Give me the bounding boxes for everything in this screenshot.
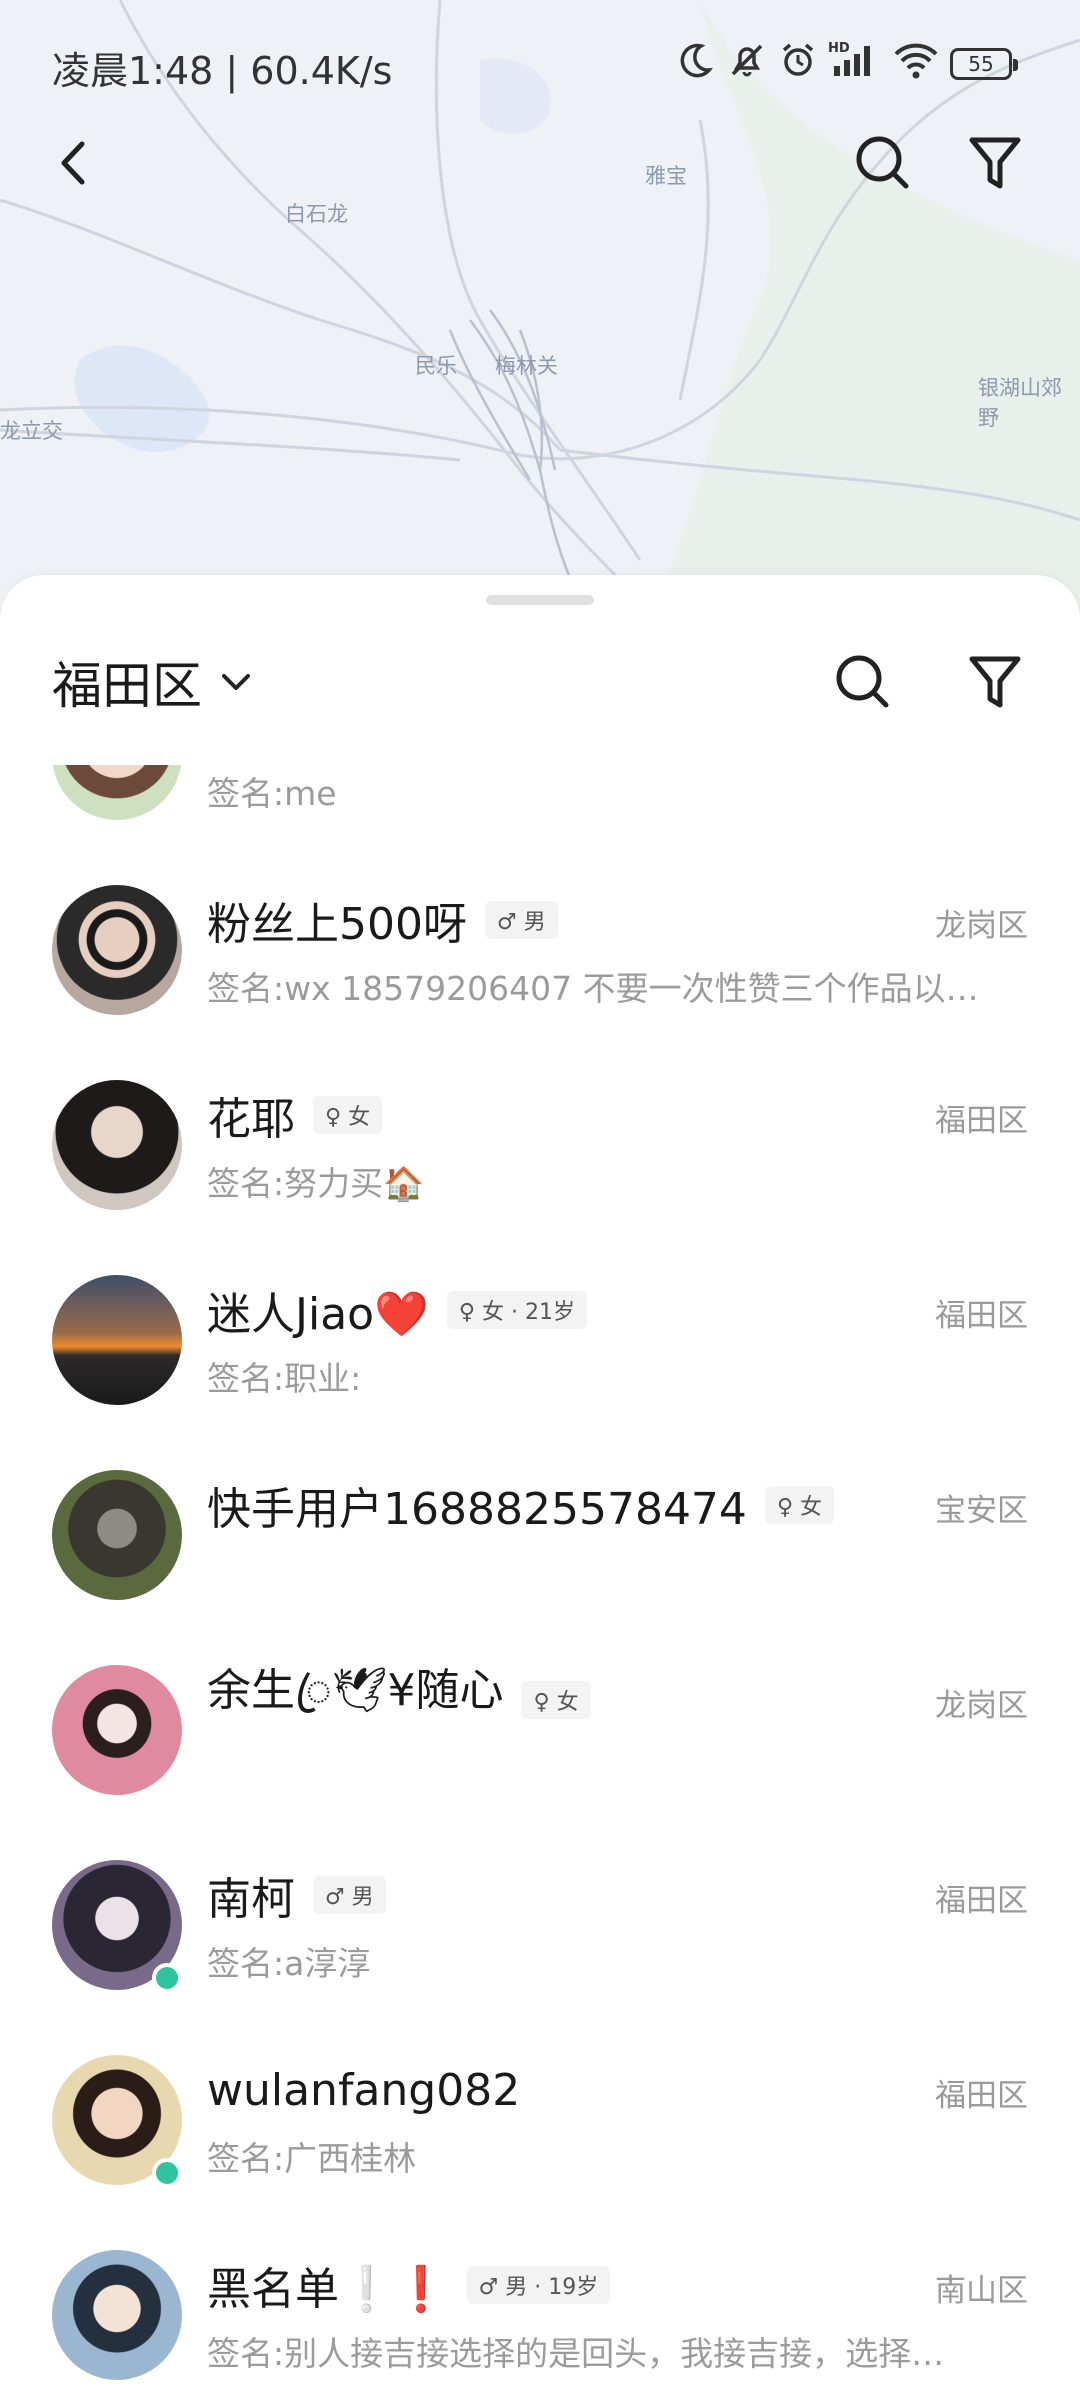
user-signature: 签名:努力买🏠 [207, 1164, 425, 1203]
user-signature: 签名:a淳淳 [207, 1944, 371, 1983]
wifi-icon [894, 43, 938, 79]
user-signature: 签名:别人接吉接选择的是回头，我接吉接，选择… [207, 2334, 945, 2373]
user-name-line: 黑名单❕❗ ♂ 男 · 19岁 [207, 2255, 611, 2315]
gender-badge: ♂ 男 · 19岁 [466, 2266, 611, 2304]
user-name-line: 快手用户1688825578474 ♀ 女 [207, 1475, 835, 1535]
user-signature: 签名:wx 18579206407 不要一次性赞三个作品以… [207, 969, 979, 1008]
user-name-line: 余生ꦿ🕊¥随心 ♀ 女 [207, 1665, 591, 1730]
gender-badge: ♀ 女 [521, 1681, 591, 1719]
moon-icon [680, 43, 713, 78]
user-name: 迷人Jiao❤️ [207, 1289, 429, 1340]
map-label: 白石龙 [285, 202, 348, 226]
list-item[interactable]: 南柯 ♂ 男 福田区 签名:a淳淳 [0, 1860, 1080, 2055]
user-list-sheet: 福田区 签名:me 粉丝上500呀 ♂ 男 龙岗区 签名:wx 18579206… [0, 575, 1080, 2400]
avatar [52, 885, 182, 1015]
avatar [52, 1665, 182, 1795]
list-item[interactable]: 快手用户1688825578474 ♀ 女 宝安区 [0, 1470, 1080, 1665]
user-name-line: 粉丝上500呀 ♂ 男 [207, 890, 558, 950]
online-indicator [152, 1963, 182, 1993]
user-name-line: wulanfang082 [207, 2060, 520, 2120]
status-bar: 凌晨1:48 | 60.4K/s HD 55 [0, 0, 1080, 120]
battery-level: 55 [968, 52, 994, 76]
status-time: 凌晨1:48 | 60.4K/s [52, 49, 393, 93]
avatar [52, 765, 182, 820]
user-district: 福田区 [935, 2078, 1028, 2114]
user-signature: 签名:me [207, 774, 337, 813]
user-district: 龙岗区 [935, 1688, 1028, 1724]
district-label: 福田区 [52, 657, 202, 715]
user-name: wulanfang082 [207, 2064, 521, 2116]
user-name-line: 南柯 ♂ 男 [207, 1865, 386, 1925]
user-signature: 签名:广西桂林 [207, 2139, 417, 2178]
drag-handle[interactable] [486, 595, 594, 605]
district-selector[interactable]: 福田区 [52, 647, 256, 717]
gender-badge: ♀ 女 [764, 1486, 835, 1524]
user-district: 南山区 [935, 2273, 1028, 2309]
gender-badge: ♂ 男 [484, 901, 558, 939]
avatar [52, 1080, 182, 1210]
user-name: 粉丝上500呀 [207, 899, 467, 950]
user-district: 福田区 [935, 1298, 1028, 1334]
search-icon[interactable] [848, 128, 918, 198]
user-district: 福田区 [935, 1883, 1028, 1919]
avatar [52, 1275, 182, 1405]
list-item[interactable]: 黑名单❕❗ ♂ 男 · 19岁 南山区 签名:别人接吉接选择的是回头，我接吉接，… [0, 2250, 1080, 2400]
list-item[interactable]: wulanfang082 福田区 签名:广西桂林 [0, 2055, 1080, 2250]
battery-icon: 55 [950, 48, 1018, 80]
search-icon[interactable] [828, 647, 898, 717]
filter-icon[interactable] [960, 128, 1030, 198]
avatar [52, 1470, 182, 1600]
user-district: 宝安区 [935, 1493, 1028, 1529]
map-label: 民乐 [415, 354, 457, 378]
online-indicator [152, 2158, 182, 2188]
user-name: 花耶 [207, 1094, 295, 1145]
list-item[interactable]: 花耶 ♀ 女 福田区 签名:努力买🏠 [0, 1080, 1080, 1275]
gender-badge: ♂ 男 [313, 1876, 386, 1914]
user-signature: 签名:职业: [207, 1359, 362, 1398]
chevron-down-icon [222, 674, 250, 690]
user-name: 南柯 [207, 1874, 295, 1925]
map-label: 银湖山郊野 [978, 376, 1062, 430]
user-name: 余生ꦿ🕊¥随心 [207, 1665, 504, 1716]
map-label: 雅宝 [645, 164, 687, 188]
user-list[interactable]: 签名:me 粉丝上500呀 ♂ 男 龙岗区 签名:wx 18579206407 … [0, 765, 1080, 2400]
list-item[interactable]: 签名:me [0, 765, 1080, 885]
map-label: 龙立交 [0, 419, 63, 443]
user-name-line: 迷人Jiao❤️ ♀ 女 · 21岁 [207, 1280, 587, 1340]
user-district: 福田区 [935, 1103, 1028, 1139]
list-item[interactable]: 粉丝上500呀 ♂ 男 龙岗区 签名:wx 18579206407 不要一次性赞… [0, 885, 1080, 1080]
svg-text:HD: HD [828, 41, 850, 56]
user-district: 龙岗区 [935, 908, 1028, 944]
mute-bell-icon [731, 44, 763, 77]
user-name-line: 花耶 ♀ 女 [207, 1085, 383, 1145]
user-name: 黑名单❕❗ [207, 2264, 449, 2315]
user-name: 快手用户1688825578474 [207, 1484, 747, 1535]
back-arrow-icon[interactable] [38, 128, 108, 198]
avatar [52, 2250, 182, 2380]
alarm-icon [782, 43, 814, 76]
filter-icon[interactable] [960, 647, 1030, 717]
list-item[interactable]: 余生ꦿ🕊¥随心 ♀ 女 龙岗区 [0, 1665, 1080, 1860]
hd-signal-icon: HD [828, 41, 870, 76]
gender-badge: ♀ 女 [313, 1096, 383, 1134]
list-item[interactable]: 迷人Jiao❤️ ♀ 女 · 21岁 福田区 签名:职业: [0, 1275, 1080, 1470]
map-label: 梅林关 [495, 354, 558, 378]
gender-badge: ♀ 女 · 21岁 [446, 1291, 587, 1329]
